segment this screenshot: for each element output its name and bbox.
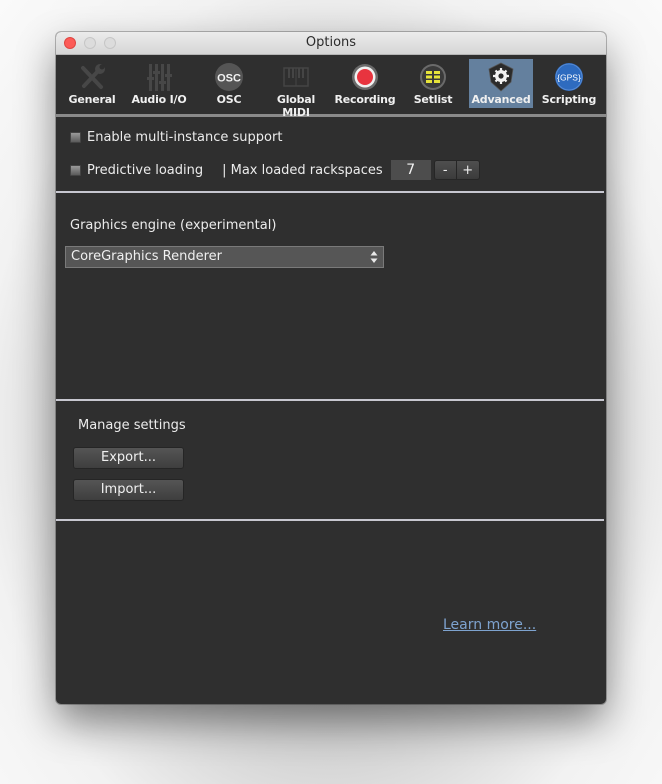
graphics-engine-value: CoreGraphics Renderer — [71, 249, 222, 264]
tab-osc[interactable]: OSC OSC — [196, 59, 262, 108]
divider — [56, 399, 604, 401]
import-button[interactable]: Import... — [73, 479, 184, 501]
tab-label: Recording — [334, 93, 396, 106]
setlist-icon — [420, 64, 446, 90]
tab-setlist[interactable]: Setlist — [400, 59, 466, 108]
divider — [56, 519, 604, 521]
export-button[interactable]: Export... — [73, 447, 184, 469]
tab-recording[interactable]: Recording — [332, 59, 398, 108]
tab-advanced[interactable]: Advanced — [469, 59, 533, 108]
tab-label: Advanced — [471, 93, 531, 106]
tab-label: General — [68, 93, 116, 106]
learn-more-link[interactable]: Learn more... — [443, 617, 536, 633]
tab-audio-io[interactable]: Audio I/O — [126, 59, 192, 108]
tab-scripting[interactable]: {GPS} Scripting — [536, 59, 602, 108]
tab-label: Audio I/O — [131, 93, 187, 106]
max-rackspaces-label: | Max loaded rackspaces — [222, 162, 383, 178]
tab-general[interactable]: General — [59, 59, 125, 108]
tab-label: OSC — [216, 93, 242, 106]
svg-text:{GPS}: {GPS} — [557, 73, 581, 83]
increment-button[interactable]: + — [456, 160, 480, 180]
decrement-button[interactable]: - — [433, 160, 457, 180]
tab-global-midi[interactable]: Global MIDI — [263, 59, 329, 119]
record-icon — [352, 64, 378, 90]
mixer-faders-icon — [147, 64, 172, 91]
max-rackspaces-field[interactable]: 7 — [390, 160, 431, 180]
gps-icon: {GPS} — [555, 63, 583, 91]
divider — [56, 191, 604, 193]
predictive-loading-checkbox[interactable] — [70, 164, 81, 176]
graphics-engine-select[interactable]: CoreGraphics Renderer — [65, 246, 384, 268]
multi-instance-checkbox[interactable] — [70, 132, 81, 143]
graphics-engine-label: Graphics engine (experimental) — [70, 218, 277, 233]
tab-label: Setlist — [413, 93, 453, 106]
select-arrows-icon — [370, 251, 378, 263]
shield-gear-icon — [488, 62, 514, 92]
piano-keyboard-icon — [283, 67, 309, 87]
predictive-loading-row: Predictive loading | Max loaded rackspac… — [70, 160, 480, 180]
predictive-loading-label: Predictive loading — [87, 162, 204, 178]
title-bar: Options — [56, 32, 606, 55]
max-rackspaces-stepper: - + — [433, 160, 480, 180]
wrench-screwdriver-icon — [81, 64, 105, 89]
manage-settings-label: Manage settings — [78, 418, 186, 433]
tab-label: Scripting — [541, 93, 597, 106]
svg-text:OSC: OSC — [217, 73, 241, 85]
window-title: Options — [305, 35, 357, 50]
multi-instance-label: Enable multi-instance support — [87, 130, 283, 145]
tab-label: Global MIDI — [276, 93, 316, 119]
osc-icon: OSC — [215, 63, 243, 91]
options-window: Options General Audio I/O OSC OSC Global… — [56, 32, 606, 704]
multi-instance-row: Enable multi-instance support — [70, 130, 282, 145]
preferences-toolbar: General Audio I/O OSC OSC Global MIDI Re… — [56, 55, 606, 119]
